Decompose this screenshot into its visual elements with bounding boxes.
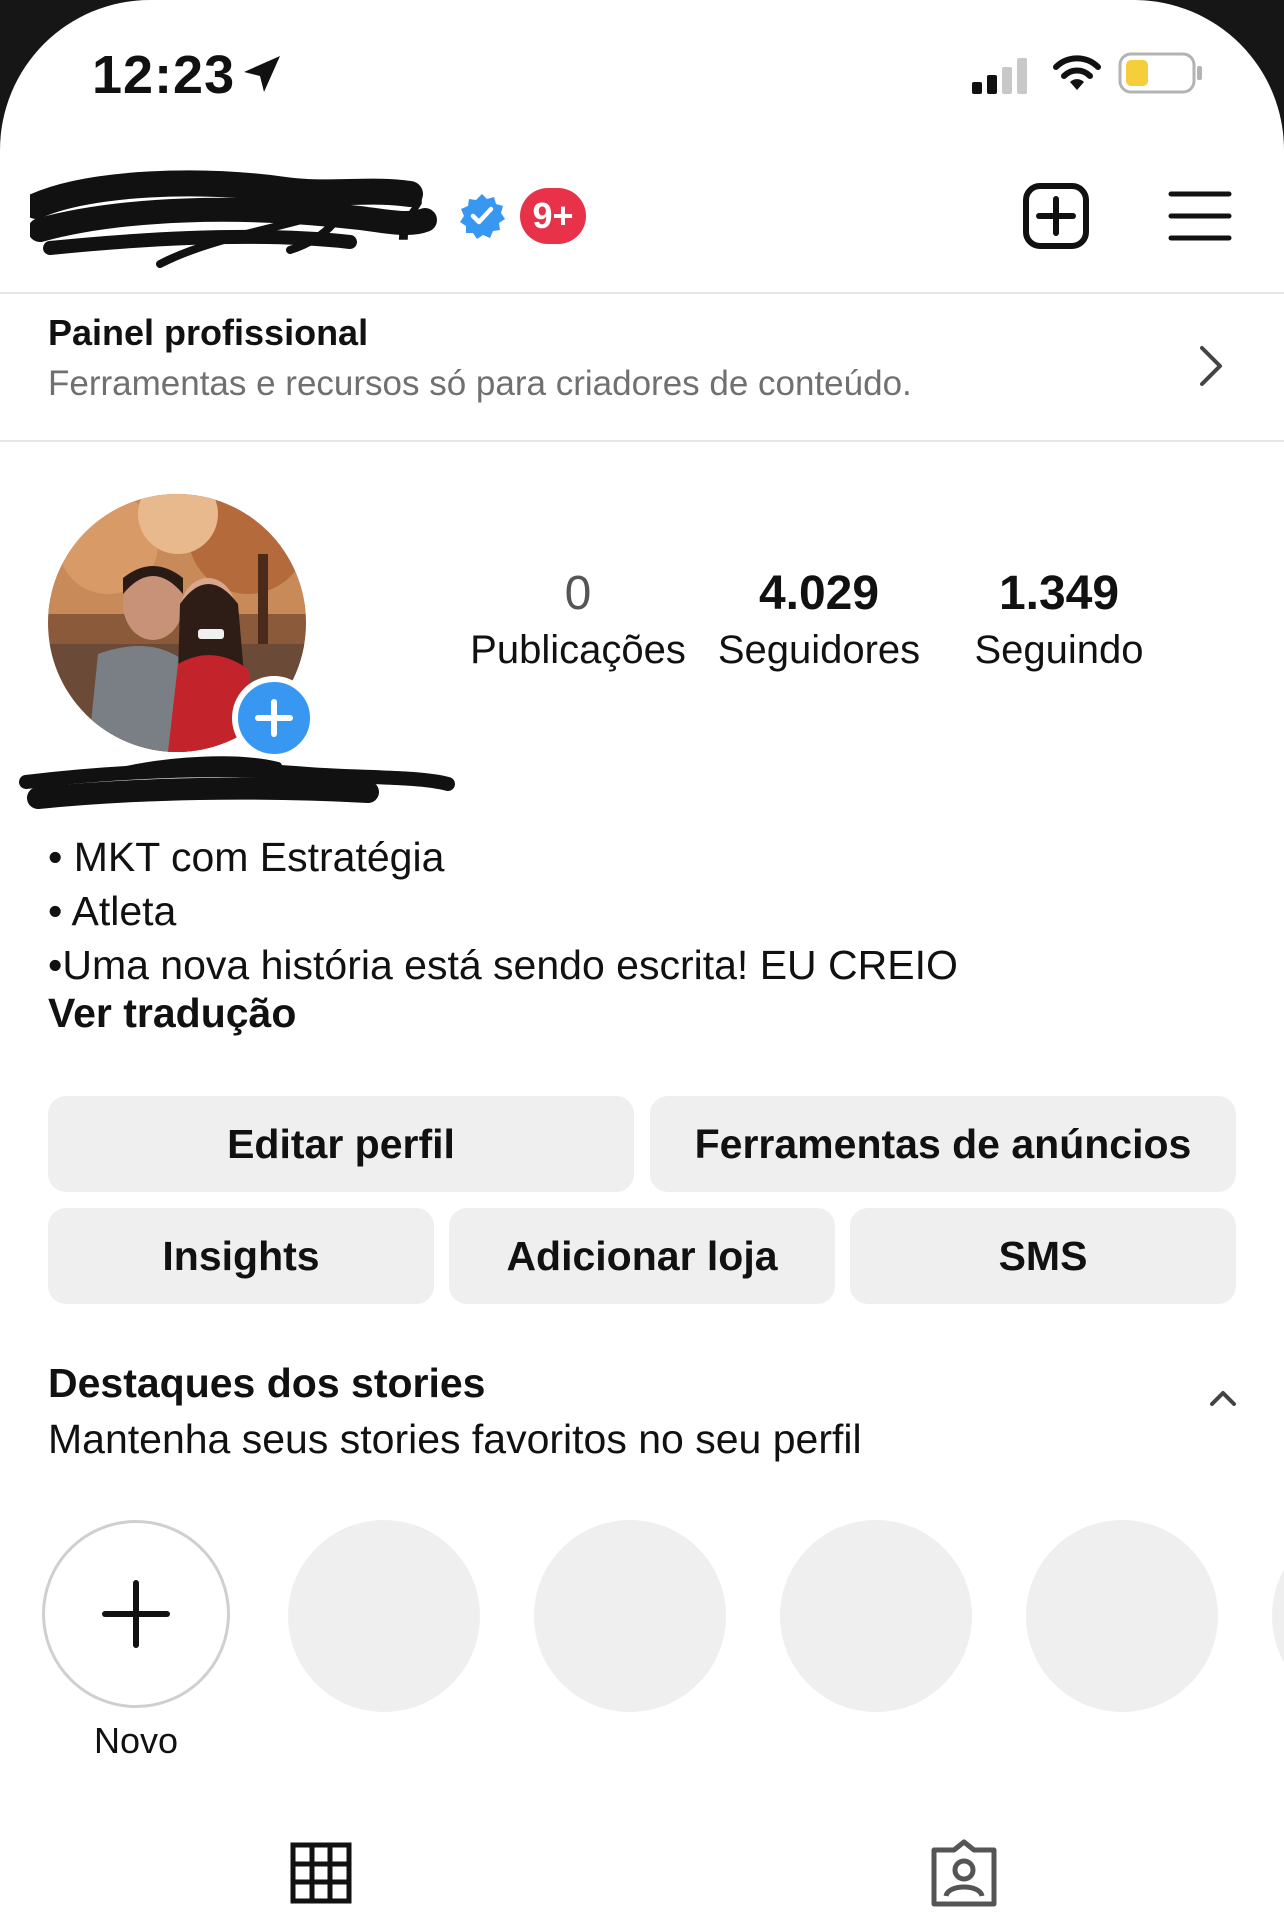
sms-button[interactable]: SMS	[850, 1208, 1236, 1304]
bio: • MKT com Estratégia • Atleta •Uma nova …	[48, 830, 958, 992]
stat-followers-label: Seguidores	[717, 628, 921, 672]
stat-followers[interactable]: 4.029 Seguidores	[699, 564, 939, 676]
ad-tools-button[interactable]: Ferramentas de anúncios	[650, 1096, 1236, 1192]
divider	[0, 440, 1284, 442]
highlights-title: Destaques dos stories	[48, 1360, 486, 1406]
stat-following-value: 1.349	[998, 567, 1120, 620]
stat-posts-value: 0	[564, 567, 592, 620]
svg-text:7: 7	[390, 185, 424, 254]
dashboard-title: Painel profissional	[48, 312, 369, 353]
stat-following-label: Seguindo	[974, 628, 1144, 672]
new-post-icon[interactable]	[1022, 182, 1090, 250]
new-highlight-button[interactable]	[42, 1520, 230, 1708]
notification-badge[interactable]: 9+	[520, 188, 586, 244]
bio-line: • Atleta	[48, 888, 177, 934]
verified-badge-icon	[460, 194, 505, 239]
cellular-signal-icon	[972, 58, 1027, 94]
new-highlight-label: Novo	[93, 1720, 179, 1761]
highlight-placeholder	[534, 1520, 726, 1712]
highlight-placeholder	[288, 1520, 480, 1712]
add-shop-button[interactable]: Adicionar loja	[449, 1208, 835, 1304]
highlight-placeholder	[1026, 1520, 1218, 1712]
username-redacted[interactable]: 7	[30, 168, 450, 278]
grid-icon[interactable]	[290, 1842, 352, 1904]
tagged-icon[interactable]	[930, 1838, 998, 1908]
bio-line: • MKT com Estratégia	[48, 834, 445, 880]
hamburger-menu-icon[interactable]	[1168, 188, 1232, 244]
stat-posts[interactable]: 0 Publicações	[458, 564, 698, 676]
battery-low-icon	[1118, 52, 1202, 94]
highlight-placeholder	[1272, 1520, 1284, 1712]
stat-following[interactable]: 1.349 Seguindo	[939, 564, 1179, 676]
highlight-placeholder	[780, 1520, 972, 1712]
dashboard-subtitle: Ferramentas e recursos só para criadores…	[48, 364, 912, 403]
professional-dashboard[interactable]: Painel profissional Ferramentas e recurs…	[0, 294, 1284, 440]
highlights-subtitle: Mantenha seus stories favoritos no seu p…	[48, 1416, 862, 1462]
profile-screen: 12:23 7 9+ Painel profissional Ferrament…	[0, 0, 1284, 1924]
edit-profile-button[interactable]: Editar perfil	[48, 1096, 634, 1192]
location-arrow-icon	[244, 56, 280, 92]
chevron-right-icon	[1200, 346, 1222, 386]
insights-button[interactable]: Insights	[48, 1208, 434, 1304]
status-time: 12:23	[92, 45, 236, 105]
chevron-up-icon[interactable]	[1208, 1388, 1238, 1408]
display-name-redacted	[19, 756, 455, 809]
stat-followers-value: 4.029	[758, 567, 880, 620]
see-translation-link[interactable]: Ver tradução	[48, 990, 296, 1037]
bio-line: •Uma nova história está sendo escrita! E…	[48, 942, 958, 988]
stat-posts-label: Publicações	[470, 628, 686, 672]
wifi-icon	[1053, 55, 1101, 90]
add-story-button[interactable]	[232, 676, 316, 760]
